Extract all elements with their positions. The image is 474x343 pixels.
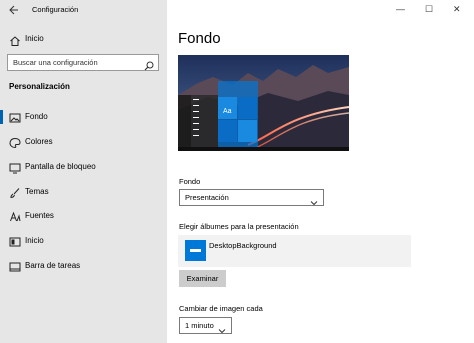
start-icon: [9, 235, 21, 247]
palette-icon: [9, 136, 21, 149]
maximize-button[interactable]: ☐: [425, 4, 433, 15]
sidebar-item-label: Pantalla de bloqueo: [25, 162, 96, 171]
sidebar-item-fondo[interactable]: Fondo: [0, 107, 167, 127]
sidebar-item-inicio[interactable]: Inicio: [0, 231, 167, 251]
browse-button[interactable]: Examinar: [179, 270, 226, 287]
chevron-down-icon: [218, 322, 226, 334]
sidebar-item-pantalla-de-bloqueo[interactable]: Pantalla de bloqueo: [0, 157, 167, 177]
font-icon: [9, 210, 21, 222]
chevron-down-icon: [310, 194, 318, 206]
albums-label: Elegir álbumes para la presentación: [179, 222, 299, 231]
sidebar-item-fuentes[interactable]: Fuentes: [0, 206, 167, 226]
minimize-button[interactable]: —: [396, 4, 405, 14]
album-name: DesktopBackground: [209, 241, 277, 250]
background-label: Fondo: [179, 177, 201, 186]
home-link[interactable]: Inicio: [0, 30, 167, 50]
background-preview: Aa: [178, 55, 349, 151]
lock-screen-icon: [9, 161, 21, 174]
background-dropdown[interactable]: Presentación: [179, 189, 324, 206]
sidebar-item-label: Colores: [25, 137, 53, 146]
search-icon[interactable]: [144, 58, 154, 71]
folder-icon: [185, 240, 206, 261]
sidebar-item-colores[interactable]: Colores: [0, 132, 167, 152]
interval-value: 1 minuto: [185, 321, 214, 330]
change-every-label: Cambiar de imagen cada: [179, 304, 263, 313]
brush-icon: [9, 186, 21, 198]
sidebar-item-barra-de-tareas[interactable]: Barra de tareas: [0, 256, 167, 276]
sidebar-item-label: Inicio: [25, 236, 44, 245]
background-value: Presentación: [185, 193, 229, 202]
title-bar: Configuración: [0, 0, 167, 22]
album-item[interactable]: DesktopBackground: [178, 235, 411, 267]
section-title: Personalización: [9, 82, 70, 91]
sidebar-item-label: Temas: [25, 187, 49, 196]
search-placeholder: Buscar una configuración: [13, 58, 98, 67]
sidebar-item-label: Barra de tareas: [25, 261, 81, 270]
home-label: Inicio: [25, 34, 44, 43]
preview-tile-text: Aa: [223, 108, 232, 115]
search-input[interactable]: Buscar una configuración: [7, 54, 159, 71]
interval-dropdown[interactable]: 1 minuto: [179, 317, 232, 334]
back-arrow-icon[interactable]: [7, 4, 21, 18]
sidebar-item-label: Fondo: [25, 112, 48, 121]
sidebar-item-label: Fuentes: [25, 211, 54, 220]
sidebar-item-temas[interactable]: Temas: [0, 182, 167, 202]
page-title: Fondo: [178, 30, 221, 47]
home-icon: [9, 34, 21, 46]
window-title: Configuración: [32, 5, 79, 14]
picture-icon: [9, 111, 21, 123]
close-button[interactable]: ✕: [453, 4, 461, 15]
taskbar-icon: [9, 260, 21, 272]
sidebar: Configuración Inicio Buscar una configur…: [0, 0, 167, 343]
main-content: — ☐ ✕ Fondo Aa Fondo Presentación Elegir…: [167, 0, 474, 343]
